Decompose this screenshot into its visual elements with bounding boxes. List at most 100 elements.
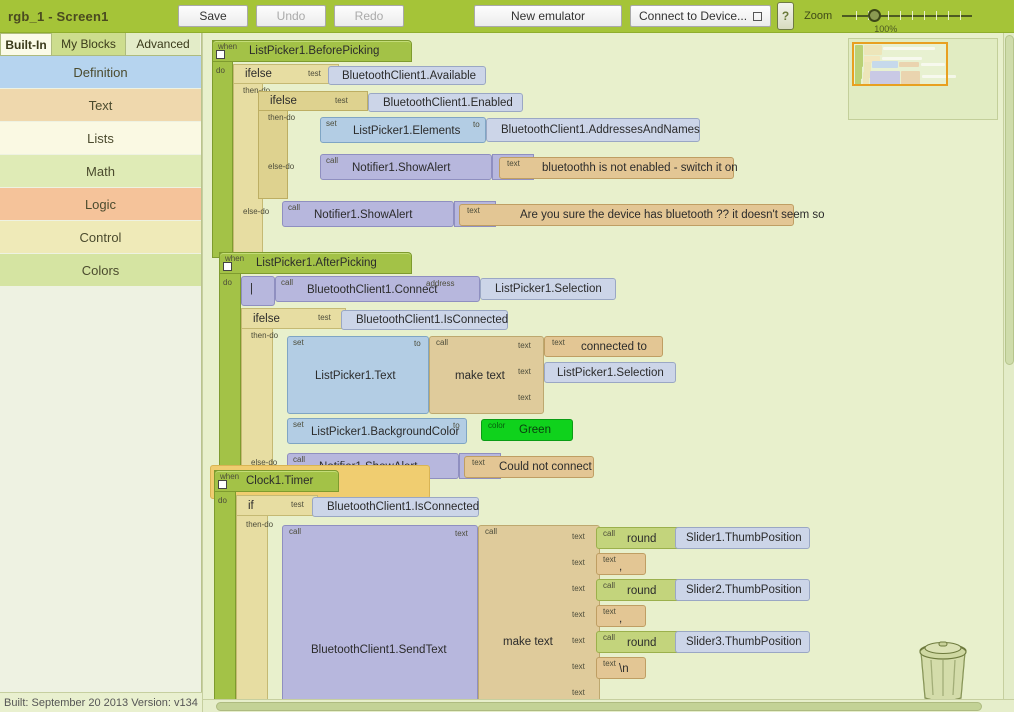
- palette-item-control[interactable]: Control: [0, 221, 201, 254]
- call-round-1[interactable]: call round: [596, 527, 680, 549]
- event-block-clocktimer-body[interactable]: [214, 470, 236, 712]
- round-label: round: [627, 533, 656, 545]
- getter-label: ListPicker1.Selection: [495, 283, 602, 295]
- palette-item-lists[interactable]: Lists: [0, 122, 201, 155]
- call-notifier-showalert-1[interactable]: call Notifier1.ShowAlert notice: [320, 154, 492, 180]
- text-block-bluetooth-not-enabled[interactable]: text bluetoothh is not enabled - switch …: [499, 157, 734, 179]
- getter-bluetooth-isconnected-2[interactable]: BluetoothClient1.IsConnected: [312, 497, 479, 517]
- text-socket-label-7: text: [572, 688, 585, 697]
- make-text-label: make text: [455, 370, 505, 382]
- call-round-2[interactable]: call round: [596, 579, 680, 601]
- mutator-checkbox-icon[interactable]: [216, 50, 225, 59]
- vertical-scrollbar-thumb[interactable]: [1005, 35, 1014, 365]
- if-block-header[interactable]: if test: [236, 495, 318, 516]
- event-name-clocktimer: Clock1.Timer: [246, 475, 313, 487]
- call-name-label: Notifier1.ShowAlert: [352, 162, 450, 174]
- getter-slider3-thumbposition[interactable]: Slider3.ThumbPosition: [675, 631, 810, 653]
- text-label: text: [472, 458, 485, 467]
- text-block-comma-1[interactable]: text ,: [596, 553, 646, 575]
- palette-item-logic[interactable]: Logic: [0, 188, 201, 221]
- tab-built-in[interactable]: Built-In: [0, 33, 52, 55]
- event-block-afterpicking-header[interactable]: when ListPicker1.AfterPicking: [219, 252, 412, 274]
- blocks-workspace[interactable]: when ListPicker1.BeforePicking do ifelse…: [202, 33, 1014, 712]
- call-label: call: [603, 581, 615, 590]
- getter-listpicker-selection-1[interactable]: ListPicker1.Selection: [480, 278, 616, 300]
- redo-button[interactable]: Redo: [334, 5, 404, 27]
- ifelse-outer-header[interactable]: ifelse test: [233, 64, 339, 84]
- zoom-slider-knob[interactable]: [868, 9, 881, 22]
- make-text-block-group3[interactable]: call make text text text text text text …: [478, 525, 600, 712]
- getter-bluetooth-isconnected-1[interactable]: BluetoothClient1.IsConnected: [341, 310, 508, 330]
- call-bluetooth-sendtext[interactable]: call BluetoothClient1.SendText text: [282, 525, 478, 712]
- zoom-tick: [960, 11, 961, 20]
- getter-label: ListPicker1.Selection: [557, 367, 664, 379]
- color-value: Green: [519, 424, 551, 436]
- set-listpicker-elements[interactable]: set ListPicker1.Elements to: [320, 117, 486, 143]
- text-value: bluetoothh is not enabled - switch it on: [542, 162, 738, 174]
- set-listpicker-text[interactable]: set ListPicker1.Text to: [287, 336, 429, 414]
- call-notifier-showalert-2[interactable]: call Notifier1.ShowAlert notice: [282, 201, 454, 227]
- eval-but-ignore-block[interactable]: |: [241, 276, 275, 306]
- getter-listpicker-selection-2[interactable]: ListPicker1.Selection: [544, 362, 676, 383]
- event-block-clocktimer-header[interactable]: when Clock1.Timer: [214, 470, 339, 492]
- palette-item-definition[interactable]: Definition: [0, 56, 201, 89]
- minimap-viewport-rect[interactable]: [852, 42, 948, 86]
- else-do-label-outer: else-do: [243, 207, 269, 216]
- test-label-inner: test: [335, 96, 348, 105]
- project-title: rgb_1 - Screen1: [8, 9, 178, 24]
- text-block-newline[interactable]: text \n: [596, 657, 646, 679]
- workspace-minimap[interactable]: [848, 38, 998, 120]
- palette-empty-area: [0, 331, 201, 692]
- event-block-beforepicking-header[interactable]: when ListPicker1.BeforePicking: [212, 40, 412, 62]
- help-phone-icon[interactable]: ?: [777, 2, 794, 30]
- palette-tabs: Built-In My Blocks Advanced: [0, 33, 201, 56]
- text-block-could-not-connect[interactable]: text Could not connect: [464, 456, 594, 478]
- vertical-scrollbar[interactable]: [1003, 33, 1014, 712]
- trash-can-icon[interactable]: [914, 640, 972, 702]
- status-bar: Built: September 20 2013 Version: v134: [0, 692, 202, 712]
- getter-addresses-and-names[interactable]: BluetoothClient1.AddressesAndNames: [486, 118, 700, 142]
- getter-bluetooth-enabled[interactable]: BluetoothClient1.Enabled: [368, 93, 523, 112]
- text-label: text: [467, 206, 480, 215]
- test-label: test: [318, 313, 331, 322]
- text-block-device-has-bluetooth[interactable]: text Are you sure the device has bluetoo…: [459, 204, 794, 226]
- undo-button[interactable]: Undo: [256, 5, 326, 27]
- text-value: Could not connect: [499, 461, 592, 473]
- tab-my-blocks[interactable]: My Blocks: [52, 33, 126, 55]
- call-bluetooth-connect[interactable]: call BluetoothClient1.Connect address: [275, 276, 480, 302]
- getter-slider1-thumbposition[interactable]: Slider1.ThumbPosition: [675, 527, 810, 549]
- make-text-block-group2[interactable]: call make text text text text: [429, 336, 544, 414]
- set-listpicker-backgroundcolor[interactable]: set ListPicker1.BackgroundColor to: [287, 418, 467, 444]
- text-socket-label-2: text: [518, 367, 531, 376]
- set-label: set: [326, 119, 337, 128]
- connect-to-device-dropdown[interactable]: Connect to Device...: [630, 5, 771, 27]
- text-socket-label-1: text: [518, 341, 531, 350]
- color-block-green[interactable]: color Green: [481, 419, 573, 441]
- text-label: text: [552, 338, 565, 347]
- horizontal-scrollbar-thumb[interactable]: [216, 702, 982, 711]
- palette-item-colors[interactable]: Colors: [0, 254, 201, 287]
- tab-advanced[interactable]: Advanced: [126, 33, 200, 55]
- new-emulator-button[interactable]: New emulator: [474, 5, 622, 27]
- build-version-text: Built: September 20 2013 Version: v134: [4, 697, 198, 709]
- text-block-comma-2[interactable]: text ,: [596, 605, 646, 627]
- palette-item-math[interactable]: Math: [0, 155, 201, 188]
- palette-item-text[interactable]: Text: [0, 89, 201, 122]
- getter-bluetooth-available[interactable]: BluetoothClient1.Available: [328, 66, 486, 85]
- call-round-3[interactable]: call round: [596, 631, 680, 653]
- getter-slider2-thumbposition[interactable]: Slider2.ThumbPosition: [675, 579, 810, 601]
- mutator-checkbox-icon[interactable]: [223, 262, 232, 271]
- ifelse-inner-header[interactable]: ifelse test: [258, 91, 368, 111]
- call-label: call: [603, 529, 615, 538]
- zoom-slider[interactable]: 100%: [842, 6, 972, 26]
- call-label: call: [293, 455, 305, 464]
- save-button[interactable]: Save: [178, 5, 248, 27]
- ifelse-label-outer: ifelse: [245, 68, 272, 80]
- text-block-connected-to[interactable]: text connected to: [544, 336, 663, 357]
- address-label: address: [426, 279, 454, 288]
- mutator-checkbox-icon[interactable]: [218, 480, 227, 489]
- text-socket-label-3: text: [518, 393, 531, 402]
- getter-label: BluetoothClient1.IsConnected: [327, 501, 479, 513]
- horizontal-scrollbar[interactable]: [202, 699, 1014, 712]
- ifelse-afterpicking-header[interactable]: ifelse test: [241, 308, 346, 329]
